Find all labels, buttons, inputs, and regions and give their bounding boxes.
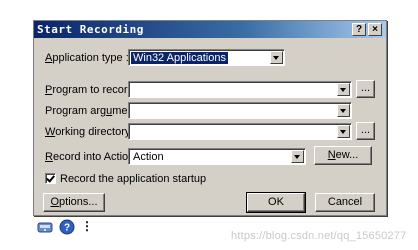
new-action-button[interactable]: New...	[314, 146, 372, 165]
working-directory-combo[interactable]	[128, 123, 352, 140]
record-icon[interactable]	[37, 219, 53, 235]
record-into-action-select[interactable]: Action	[128, 148, 306, 165]
record-startup-label: Record the application startup	[60, 173, 207, 185]
chevron-down-icon[interactable]	[337, 83, 350, 96]
options-button[interactable]: Options...	[43, 193, 105, 212]
recording-toolbar: ? ⋮	[37, 219, 95, 236]
application-type-select[interactable]: Win32 Applications	[128, 49, 285, 66]
chevron-down-icon[interactable]	[291, 150, 304, 163]
program-to-record-label: Program to record :	[45, 84, 140, 96]
record-startup-checkbox[interactable]	[45, 173, 56, 184]
chevron-down-icon[interactable]	[270, 51, 283, 64]
watermark: https://blog.csdn.net/qq_15650277	[231, 230, 407, 242]
record-into-action-value: Action	[133, 151, 164, 163]
help-button[interactable]: ?	[352, 23, 366, 36]
program-to-record-combo[interactable]	[128, 81, 352, 98]
dialog-title: Start Recording	[37, 23, 144, 36]
close-button[interactable]: ×	[368, 23, 382, 36]
working-directory-label: Working directory :	[45, 126, 137, 138]
svg-text:?: ?	[64, 223, 70, 234]
chevron-down-icon[interactable]	[337, 125, 350, 138]
ok-button[interactable]: OK	[246, 192, 306, 213]
more-icon[interactable]: ⋮	[81, 219, 93, 233]
application-type-label: Application type :	[45, 52, 129, 64]
start-recording-dialog: Start Recording ? × Application type : W…	[33, 20, 387, 216]
record-into-action-label: Record into Action:	[45, 151, 138, 163]
program-arguments-combo[interactable]	[128, 102, 352, 119]
browse-directory-button[interactable]: ...	[356, 122, 375, 140]
application-type-value: Win32 Applications	[131, 52, 228, 64]
browse-program-button[interactable]: ...	[356, 80, 375, 98]
title-bar[interactable]: Start Recording ? ×	[34, 21, 386, 38]
help-icon[interactable]: ?	[59, 219, 75, 235]
cancel-button[interactable]: Cancel	[315, 193, 375, 212]
chevron-down-icon[interactable]	[337, 104, 350, 117]
